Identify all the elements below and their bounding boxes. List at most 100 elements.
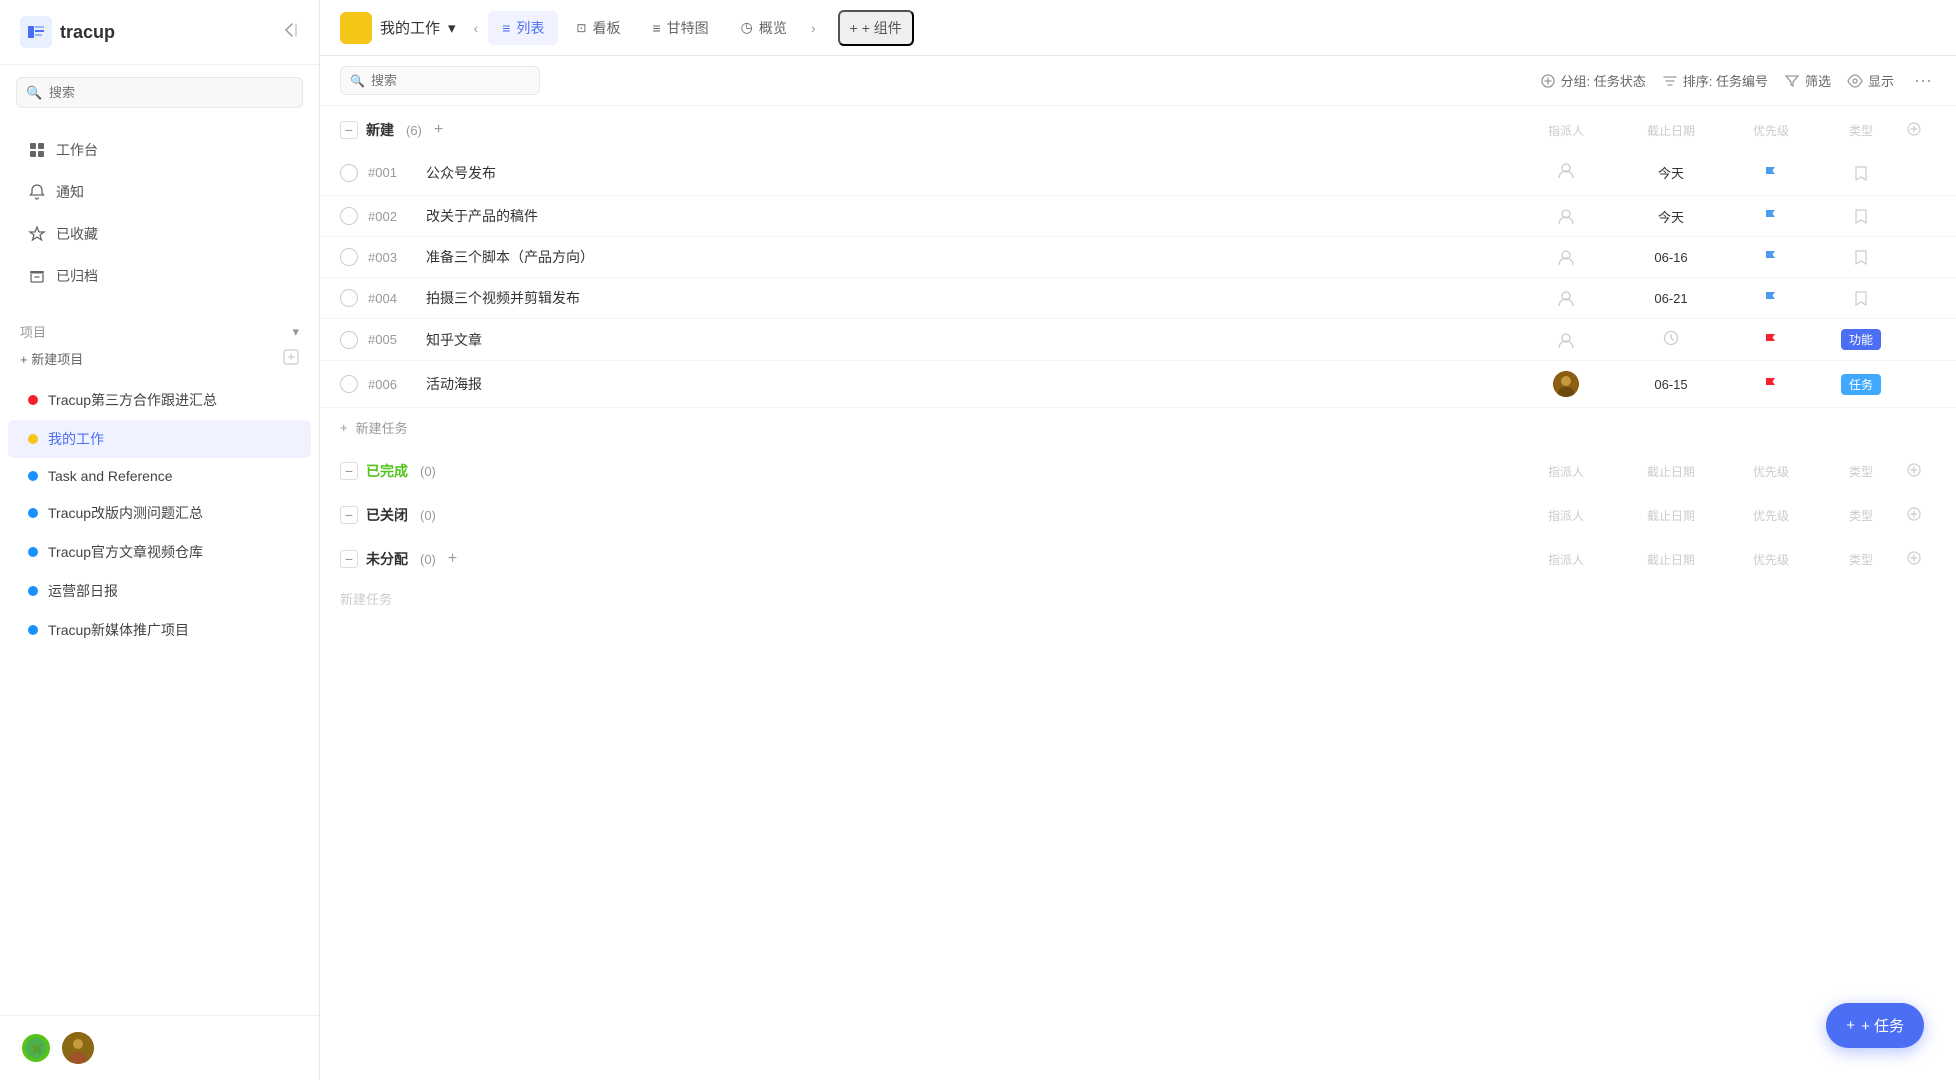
task-checkbox[interactable] <box>340 289 358 307</box>
section-completed-count: (0) <box>420 464 436 479</box>
avatar <box>1553 371 1579 397</box>
add-component-button[interactable]: + + 组件 <box>838 10 914 46</box>
task-assignee <box>1516 160 1616 185</box>
toolbar-search-container: 🔍 <box>340 66 540 95</box>
project-label: 运营部日报 <box>48 581 118 601</box>
col-header-due: 截止日期 <box>1616 507 1726 524</box>
task-title: 知乎文章 <box>426 330 1516 350</box>
task-priority <box>1726 248 1816 266</box>
logo: tracup <box>20 16 115 48</box>
table-row[interactable]: #002 改关于产品的稿件 今天 <box>320 196 1956 237</box>
toolbar-search-input[interactable] <box>340 66 540 95</box>
sidebar-search-input[interactable] <box>16 77 303 108</box>
project-list: Tracup第三方合作跟进汇总 我的工作 Task and Reference … <box>0 376 319 654</box>
col-header-add[interactable] <box>1906 550 1936 569</box>
col-header-add[interactable] <box>1906 506 1936 525</box>
section-new-add-button[interactable]: + <box>434 121 443 139</box>
toolbar-search-icon: 🔍 <box>350 74 365 88</box>
project-item-tracup-beta[interactable]: Tracup改版内测问题汇总 <box>8 494 311 532</box>
task-priority <box>1726 207 1816 225</box>
workspace-title[interactable]: 我的工作 ▾ <box>380 17 456 38</box>
task-checkbox[interactable] <box>340 207 358 225</box>
project-item-operations[interactable]: 运营部日报 <box>8 572 311 610</box>
table-row[interactable]: #005 知乎文章 功能 <box>320 319 1956 361</box>
bookmark-icon <box>1853 290 1869 306</box>
col-header-add[interactable] <box>1906 462 1936 481</box>
col-header-assignee: 指派人 <box>1516 551 1616 568</box>
task-checkbox[interactable] <box>340 331 358 349</box>
main-content: 我的工作 ▾ ‹ ≡ 列表 ⊡ 看板 ≡ 甘特图 ◷ 概览 › + <box>320 0 1956 1080</box>
project-item-tracup-third-party[interactable]: Tracup第三方合作跟进汇总 <box>8 381 311 419</box>
tab-gantt[interactable]: ≡ 甘特图 <box>638 11 722 45</box>
task-assignee <box>1516 247 1616 267</box>
section-new-count: (6) <box>406 123 422 138</box>
project-dot <box>28 547 38 557</box>
nav-prev-button[interactable]: ‹ <box>468 14 485 42</box>
col-header-add[interactable] <box>1906 121 1936 140</box>
filter-button[interactable]: 筛选 <box>1784 71 1831 90</box>
kanban-tab-icon: ⊡ <box>576 21 586 35</box>
nav-next-button[interactable]: › <box>805 14 822 42</box>
tab-overview[interactable]: ◷ 概览 <box>727 11 801 45</box>
col-header-type: 类型 <box>1816 507 1906 524</box>
project-item-my-work[interactable]: 我的工作 <box>8 420 311 458</box>
task-checkbox[interactable] <box>340 375 358 393</box>
sidebar-item-workspace[interactable]: 工作台 <box>8 130 311 170</box>
user-avatar-2[interactable] <box>62 1032 94 1064</box>
task-id: #005 <box>368 332 418 347</box>
section-closed-collapse[interactable]: − <box>340 506 358 524</box>
bookmark-icon <box>1853 208 1869 224</box>
tab-list[interactable]: ≡ 列表 <box>488 11 558 45</box>
logo-icon <box>20 16 52 48</box>
add-task-button[interactable]: + 新建任务 <box>320 408 1956 447</box>
table-row[interactable]: #003 准备三个脚本（产品方向） 06-16 <box>320 237 1956 278</box>
task-checkbox[interactable] <box>340 248 358 266</box>
task-due <box>1616 329 1726 350</box>
col-header-priority: 优先级 <box>1726 507 1816 524</box>
svg-text:🌿: 🌿 <box>31 1043 42 1054</box>
task-checkbox[interactable] <box>340 164 358 182</box>
create-task-fab[interactable]: + + 任务 <box>1826 1003 1924 1048</box>
project-label: Tracup新媒体推广项目 <box>48 620 189 640</box>
section-new-collapse[interactable]: − <box>340 121 358 139</box>
favorites-icon <box>28 225 46 243</box>
group-icon <box>1540 73 1556 89</box>
sidebar-navigation: 工作台 通知 已收藏 已归档 <box>0 120 319 306</box>
sidebar-item-favorites[interactable]: 已收藏 <box>8 214 311 254</box>
section-unassigned-add-button[interactable]: + <box>448 550 457 568</box>
table-row[interactable]: #004 拍摄三个视频并剪辑发布 06-21 <box>320 278 1956 319</box>
workspace-dropdown-icon: ▾ <box>448 19 456 37</box>
user-avatar-1[interactable]: 🌿 <box>20 1032 52 1064</box>
workspace-label: 工作台 <box>56 140 98 160</box>
sidebar-item-archived[interactable]: 已归档 <box>8 256 311 296</box>
project-item-task-reference[interactable]: Task and Reference <box>8 459 311 493</box>
topbar: 我的工作 ▾ ‹ ≡ 列表 ⊡ 看板 ≡ 甘特图 ◷ 概览 › + <box>320 0 1956 56</box>
add-project-button[interactable]: + 新建项目 <box>20 349 83 368</box>
sidebar-item-notifications[interactable]: 通知 <box>8 172 311 212</box>
tab-kanban[interactable]: ⊡ 看板 <box>562 11 634 45</box>
task-title: 准备三个脚本（产品方向） <box>426 247 1516 267</box>
display-button[interactable]: 显示 <box>1847 71 1894 90</box>
import-project-icon[interactable] <box>283 349 299 368</box>
projects-section-title: 项目 <box>20 322 46 341</box>
group-by-button[interactable]: 分组: 任务状态 <box>1540 71 1646 90</box>
task-title: 公众号发布 <box>426 163 1516 183</box>
project-dot <box>28 508 38 518</box>
favorites-label: 已收藏 <box>56 224 98 244</box>
table-row[interactable]: #001 公众号发布 今天 <box>320 150 1956 196</box>
col-header-due: 截止日期 <box>1616 122 1726 139</box>
sidebar-header: tracup <box>0 0 319 65</box>
project-item-tracup-new-media[interactable]: Tracup新媒体推广项目 <box>8 611 311 649</box>
table-row[interactable]: #006 活动海报 06-15 任务 <box>320 361 1956 408</box>
fab-icon: + <box>1846 1017 1855 1034</box>
sort-button[interactable]: 排序: 任务编号 <box>1662 71 1768 90</box>
project-item-tracup-media[interactable]: Tracup官方文章视频仓库 <box>8 533 311 571</box>
projects-collapse-icon[interactable]: ▾ <box>292 324 299 340</box>
toolbar-actions: 分组: 任务状态 排序: 任务编号 筛选 显示 ··· <box>1540 70 1936 91</box>
section-unassigned-collapse[interactable]: − <box>340 550 358 568</box>
sidebar-collapse-button[interactable] <box>279 20 299 45</box>
section-completed-collapse[interactable]: − <box>340 462 358 480</box>
task-type: 功能 <box>1816 329 1906 350</box>
toolbar-more-button[interactable]: ··· <box>1910 70 1936 91</box>
task-assignee <box>1516 371 1616 397</box>
